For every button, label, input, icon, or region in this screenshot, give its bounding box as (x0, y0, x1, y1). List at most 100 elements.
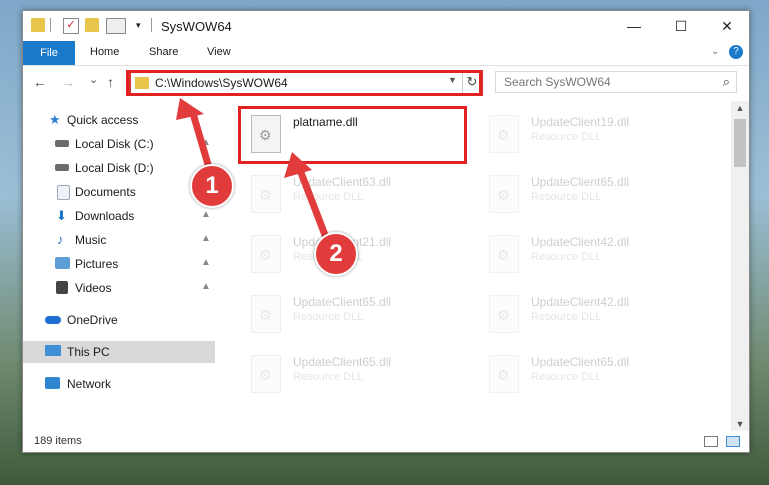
item-count: 189 items (34, 435, 82, 447)
sidebar-item-label: This PC (67, 345, 110, 359)
address-highlight-box (126, 70, 482, 96)
sidebar-item-network[interactable]: Network (23, 373, 215, 395)
back-arrow-icon[interactable]: ← (33, 74, 47, 90)
sidebar-item-label: Local Disk (D:) (75, 161, 154, 175)
file-highlight-box (238, 106, 467, 164)
dll-file-icon: ⚙ (251, 355, 281, 393)
forward-arrow-icon[interactable]: → (61, 74, 75, 90)
pc-icon (45, 345, 61, 356)
pictures-icon (55, 257, 70, 269)
file-item[interactable]: ⚙ UpdateClient42.dll Resource DLL (479, 289, 679, 339)
dll-file-icon: ⚙ (489, 295, 519, 333)
tab-share[interactable]: Share (149, 46, 178, 58)
pin-icon: ▲ (201, 257, 211, 268)
file-type: Resource DLL (293, 191, 364, 203)
help-icon[interactable]: ? (729, 45, 743, 59)
folder-icon (31, 18, 45, 32)
properties-icon[interactable]: ✓ (63, 18, 79, 34)
file-name: UpdateClient65.dll (531, 175, 630, 189)
file-type: Resource DLL (531, 131, 602, 143)
dll-file-icon: ⚙ (489, 355, 519, 393)
file-name: UpdateClient63.dll (293, 175, 392, 189)
star-icon: ★ (49, 112, 61, 127)
file-item[interactable]: ⚙ UpdateClient42.dll Resource DLL (479, 229, 679, 279)
sidebar-item-local-disk-c[interactable]: Local Disk (C:) ▲ (23, 133, 215, 155)
new-folder-icon[interactable] (85, 18, 99, 32)
file-type: Resource DLL (531, 311, 602, 323)
dll-file-icon: ⚙ (489, 175, 519, 213)
close-button[interactable]: ✕ (712, 15, 742, 37)
file-item[interactable]: ⚙ UpdateClient19.dll Resource DLL (479, 109, 679, 159)
file-item[interactable]: ⚙ UpdateClient65.dll Resource DLL (479, 169, 679, 219)
pin-icon: ▲ (201, 137, 211, 148)
customize-toolbar-icon[interactable]: ▾ (136, 18, 150, 32)
file-name: UpdateClient65.dll (293, 355, 392, 369)
file-name: UpdateClient65.dll (531, 355, 630, 369)
large-icons-view-icon[interactable] (726, 436, 740, 447)
tab-home[interactable]: Home (90, 46, 119, 58)
sidebar-item-music[interactable]: ♪ Music ▲ (23, 229, 215, 251)
file-type: Resource DLL (293, 371, 364, 383)
minimize-button[interactable]: — (619, 15, 649, 37)
separator (151, 18, 152, 32)
sidebar-item-downloads[interactable]: ⬇ Downloads ▲ (23, 205, 215, 227)
sidebar-item-label: OneDrive (67, 313, 118, 327)
tab-file[interactable]: File (23, 41, 75, 65)
file-name: UpdateClient19.dll (531, 115, 630, 129)
file-name: UpdateClient42.dll (531, 295, 630, 309)
title-bar: ✓ ▾ SysWOW64 — ☐ ✕ (23, 11, 749, 41)
dll-file-icon: ⚙ (489, 235, 519, 273)
sidebar-item-label: Videos (75, 281, 112, 295)
chevron-down-icon[interactable]: ⌄ (711, 46, 719, 57)
sidebar-item-label: Local Disk (C:) (75, 137, 154, 151)
music-icon: ♪ (57, 232, 64, 247)
view-toggle-icon[interactable] (106, 18, 126, 34)
navigation-pane: ★ Quick access Local Disk (C:) ▲ Local D… (23, 101, 215, 431)
file-item[interactable]: ⚙ UpdateClient63.dll Resource DLL (241, 169, 441, 219)
up-arrow-icon[interactable]: ↑ (107, 74, 114, 90)
sidebar-item-local-disk-d[interactable]: Local Disk (D:) ▲ (23, 157, 215, 179)
sidebar-item-onedrive[interactable]: OneDrive (23, 309, 215, 331)
maximize-button[interactable]: ☐ (666, 15, 696, 37)
pin-icon: ▲ (201, 233, 211, 244)
file-item[interactable]: ⚙ UpdateClient65.dll Resource DLL (241, 289, 441, 339)
sidebar-item-label: Downloads (75, 209, 135, 223)
sidebar-item-this-pc[interactable]: This PC (23, 341, 215, 363)
search-icon: ⌕ (722, 74, 730, 89)
file-type: Resource DLL (531, 251, 602, 263)
search-input[interactable]: Search SysWOW64 ⌕ (495, 71, 737, 93)
dll-file-icon: ⚙ (251, 295, 281, 333)
sidebar-item-label: Pictures (75, 257, 119, 271)
dll-file-icon: ⚙ (489, 115, 519, 153)
tab-view[interactable]: View (207, 46, 231, 58)
details-view-icon[interactable] (704, 436, 718, 447)
network-icon (45, 377, 60, 389)
sidebar-item-label: Network (67, 377, 112, 391)
recent-locations-icon[interactable]: ⌄ (89, 73, 98, 86)
scroll-down-icon[interactable]: ▼ (731, 419, 749, 429)
scrollbar-thumb[interactable] (734, 119, 746, 167)
pin-icon: ▲ (201, 209, 211, 220)
dll-file-icon: ⚙ (251, 235, 281, 273)
sidebar-item-documents[interactable]: Documents ▲ (23, 181, 215, 203)
search-placeholder: Search SysWOW64 (504, 75, 611, 89)
sidebar-item-pictures[interactable]: Pictures ▲ (23, 253, 215, 275)
downloads-icon: ⬇ (56, 208, 67, 223)
file-item[interactable]: ⚙ UpdateClient65.dll Resource DLL (241, 349, 441, 399)
file-name: UpdateClient42.dll (531, 235, 630, 249)
ribbon-tabs: File Home Share View ⌄ ? (23, 41, 749, 66)
dll-file-icon: ⚙ (251, 175, 281, 213)
scroll-up-icon[interactable]: ▲ (731, 103, 749, 113)
step-marker-2: 2 (314, 232, 358, 276)
file-type: Resource DLL (531, 371, 602, 383)
sidebar-item-label: Documents (75, 185, 136, 199)
file-name: UpdateClient65.dll (293, 295, 392, 309)
sidebar-item-label: Quick access (67, 113, 139, 127)
pin-icon: ▲ (201, 281, 211, 292)
onedrive-icon (45, 316, 61, 324)
separator (50, 18, 51, 32)
sidebar-item-videos[interactable]: Videos ▲ (23, 277, 215, 299)
file-item[interactable]: ⚙ UpdateClient65.dll Resource DLL (479, 349, 679, 399)
vertical-scrollbar[interactable]: ▲ ▼ (731, 101, 749, 431)
sidebar-item-quick-access[interactable]: ★ Quick access (23, 109, 215, 131)
